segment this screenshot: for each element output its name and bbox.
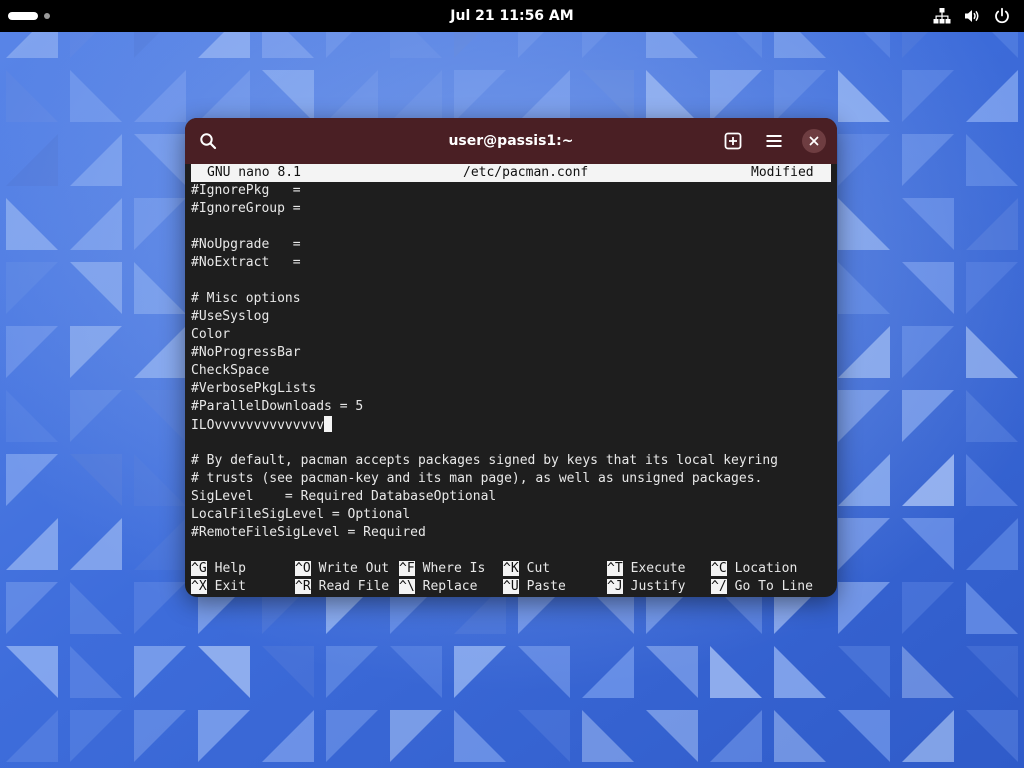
window-title: user@passis1:~ <box>448 133 574 149</box>
new-tab-button[interactable] <box>719 127 747 155</box>
editor-line[interactable]: #VerbosePkgLists <box>191 380 316 398</box>
editor-line[interactable]: LocalFileSigLevel = Optional <box>191 506 410 524</box>
system-tray[interactable] <box>932 6 1012 26</box>
shortcut-help[interactable]: ^G Help <box>191 560 246 578</box>
shortcut-key: ^R <box>295 579 311 594</box>
shortcut-key: ^G <box>191 561 207 576</box>
top-bar: Jul 21 11:56 AM <box>0 0 1024 32</box>
close-window-button[interactable] <box>800 127 828 155</box>
editor-line-text: #UseSyslog <box>191 309 270 324</box>
workspace-active-indicator[interactable] <box>8 12 38 20</box>
close-icon <box>809 136 819 146</box>
shortcut-key: ^U <box>503 579 519 594</box>
editor-line-text: LocalFileSigLevel = Optional <box>191 507 411 522</box>
editor-line[interactable]: #NoExtract = <box>191 254 301 272</box>
editor-line[interactable]: #UseSyslog <box>191 308 269 326</box>
activities-indicator[interactable] <box>8 9 50 23</box>
editor-line[interactable]: CheckSpace <box>191 362 269 380</box>
editor-line[interactable]: #RemoteFileSigLevel = Required <box>191 524 426 542</box>
shortcut-key: ^\ <box>399 579 415 594</box>
window-header-bar[interactable]: user@passis1:~ <box>185 118 837 164</box>
editor-line[interactable]: #IgnorePkg = <box>191 182 301 200</box>
shortcut-label: Exit <box>214 579 246 594</box>
editor-line[interactable]: # Misc options <box>191 290 301 308</box>
editor-line-text: #NoProgressBar <box>191 345 301 360</box>
clock[interactable]: Jul 21 11:56 AM <box>450 8 573 24</box>
shortcut-execute[interactable]: ^T Execute <box>607 560 685 578</box>
editor-line-text: # trusts (see pacman-key and its man pag… <box>191 471 763 486</box>
shortcut-location[interactable]: ^C Location <box>711 560 797 578</box>
editor-line-text: #IgnoreGroup = <box>191 201 301 216</box>
editor-line-text: #ParallelDownloads = 5 <box>191 399 364 414</box>
shortcut-label: Paste <box>526 579 566 594</box>
editor-line-text: # By default, pacman accepts packages si… <box>191 453 778 468</box>
editor-line[interactable]: # trusts (see pacman-key and its man pag… <box>191 470 762 488</box>
nano-version: GNU nano 8.1 <box>207 165 301 180</box>
shortcut-label: Replace <box>422 579 478 594</box>
editor-line-text: #IgnorePkg = <box>191 183 301 198</box>
editor-line[interactable]: #NoUpgrade = <box>191 236 301 254</box>
search-button[interactable] <box>194 127 222 155</box>
shortcut-replace[interactable]: ^\ Replace <box>399 578 477 596</box>
editor-line-text: #NoExtract = <box>191 255 301 270</box>
shortcut-label: Go To Line <box>734 579 813 594</box>
nano-modified-status: Modified <box>751 165 814 180</box>
workspace-indicator[interactable] <box>44 13 50 19</box>
shortcut-label: Cut <box>526 561 551 576</box>
shortcut-label: Execute <box>630 561 686 576</box>
editor-line-text: #VerbosePkgLists <box>191 381 317 396</box>
nano-filename: /etc/pacman.conf <box>463 165 589 180</box>
terminal-window[interactable]: user@passis1:~ GNU nano 8.1 /etc/pacman.… <box>185 118 837 597</box>
shortcut-go-to-line[interactable]: ^/ Go To Line <box>711 578 813 596</box>
shortcut-label: Help <box>214 561 246 576</box>
shortcut-paste[interactable]: ^U Paste <box>503 578 566 596</box>
shortcut-read-file[interactable]: ^R Read File <box>295 578 389 596</box>
shortcut-label: Justify <box>630 579 686 594</box>
editor-line[interactable]: # By default, pacman accepts packages si… <box>191 452 778 470</box>
shortcut-cut[interactable]: ^K Cut <box>503 560 550 578</box>
shortcut-label: Read File <box>318 579 390 594</box>
editor-line[interactable]: #IgnoreGroup = <box>191 200 301 218</box>
shortcut-key: ^T <box>607 561 623 576</box>
editor-line[interactable]: SigLevel = Required DatabaseOptional <box>191 488 496 506</box>
network-icon[interactable] <box>932 6 952 26</box>
shortcut-label: Location <box>734 561 798 576</box>
editor-line[interactable]: #NoProgressBar <box>191 344 301 362</box>
editor-line-text: #RemoteFileSigLevel = Required <box>191 525 426 540</box>
editor-line-text: CheckSpace <box>191 363 270 378</box>
shortcut-key: ^X <box>191 579 207 594</box>
shortcut-justify[interactable]: ^J Justify <box>607 578 685 596</box>
main-menu-button[interactable] <box>760 127 788 155</box>
shortcut-key: ^C <box>711 561 727 576</box>
new-tab-icon <box>724 132 742 150</box>
shortcut-label: Write Out <box>318 561 390 576</box>
shortcut-key: ^/ <box>711 579 727 594</box>
editor-line-text: SigLevel = Required DatabaseOptional <box>191 489 497 504</box>
shortcut-key: ^K <box>503 561 519 576</box>
shortcut-key: ^F <box>399 561 415 576</box>
editor-line-text: #NoUpgrade = <box>191 237 301 252</box>
nano-title-bar: GNU nano 8.1 /etc/pacman.conf Modified <box>191 164 831 182</box>
editor-line[interactable]: #ParallelDownloads = 5 <box>191 398 363 416</box>
shortcut-key: ^J <box>607 579 623 594</box>
editor-line-text: ILOvvvvvvvvvvvvvv <box>191 418 325 433</box>
shortcut-where-is[interactable]: ^F Where Is <box>399 560 485 578</box>
power-icon[interactable] <box>992 6 1012 26</box>
editor-line-text: # Misc options <box>191 291 301 306</box>
shortcut-exit[interactable]: ^X Exit <box>191 578 246 596</box>
search-icon <box>200 133 217 150</box>
shortcut-write-out[interactable]: ^O Write Out <box>295 560 389 578</box>
editor-line-text: Color <box>191 327 231 342</box>
hamburger-menu-icon <box>766 135 782 147</box>
volume-icon[interactable] <box>962 6 982 26</box>
editor-line[interactable]: ILOvvvvvvvvvvvvvv <box>191 416 333 434</box>
editor-line[interactable]: Color <box>191 326 230 344</box>
nano-editor[interactable]: GNU nano 8.1 /etc/pacman.conf Modified #… <box>191 164 831 597</box>
shortcut-label: Where Is <box>422 561 486 576</box>
text-cursor <box>324 416 333 432</box>
shortcut-key: ^O <box>295 561 311 576</box>
